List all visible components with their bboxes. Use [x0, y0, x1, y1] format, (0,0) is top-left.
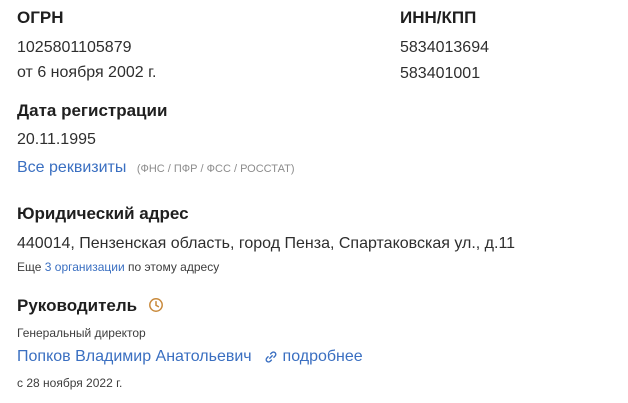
head-details-link-wrap[interactable]: подробнее [264, 348, 363, 365]
registration-heading: Дата регистрации [17, 101, 168, 120]
registration-date: 20.11.1995 [17, 131, 96, 148]
ogrn-number: 1025801105879 [17, 39, 132, 56]
head-position: Генеральный директор [17, 326, 146, 340]
head-details-link[interactable]: подробнее [283, 348, 363, 365]
address-more-row: Еще 3 организации по этому адресу [17, 260, 219, 274]
head-since: с 28 ноября 2022 г. [17, 376, 123, 390]
all-requisites-link[interactable]: Все реквизиты [17, 159, 126, 176]
address-more-prefix: Еще [17, 260, 42, 274]
requisites-row: Все реквизиты (ФНС / ПФР / ФСС / РОССТАТ… [17, 159, 294, 177]
head-heading-row: Руководитель [17, 296, 164, 316]
ogrn-date: от 6 ноября 2002 г. [17, 64, 157, 81]
requisites-sources: (ФНС / ПФР / ФСС / РОССТАТ) [136, 163, 295, 175]
head-name-link[interactable]: Попков Владимир Анатольевич [17, 348, 252, 365]
address-value: 440014, Пензенская область, город Пенза,… [17, 235, 516, 252]
same-address-orgs-link[interactable]: 3 организации [45, 260, 125, 274]
head-heading: Руководитель [17, 296, 138, 315]
head-name-row: Попков Владимир Анатольевич подробнее [17, 348, 363, 366]
inn-value: 5834013694 [400, 39, 489, 56]
company-details-card: ОГРН 1025801105879 от 6 ноября 2002 г. И… [0, 0, 628, 403]
address-more-suffix: по этому адресу [128, 260, 220, 274]
clock-icon[interactable] [148, 297, 164, 313]
inn-kpp-heading: ИНН/КПП [400, 8, 477, 27]
ogrn-heading: ОГРН [17, 8, 64, 27]
kpp-value: 583401001 [400, 65, 481, 82]
link-icon [264, 350, 278, 364]
address-heading: Юридический адрес [17, 204, 189, 223]
